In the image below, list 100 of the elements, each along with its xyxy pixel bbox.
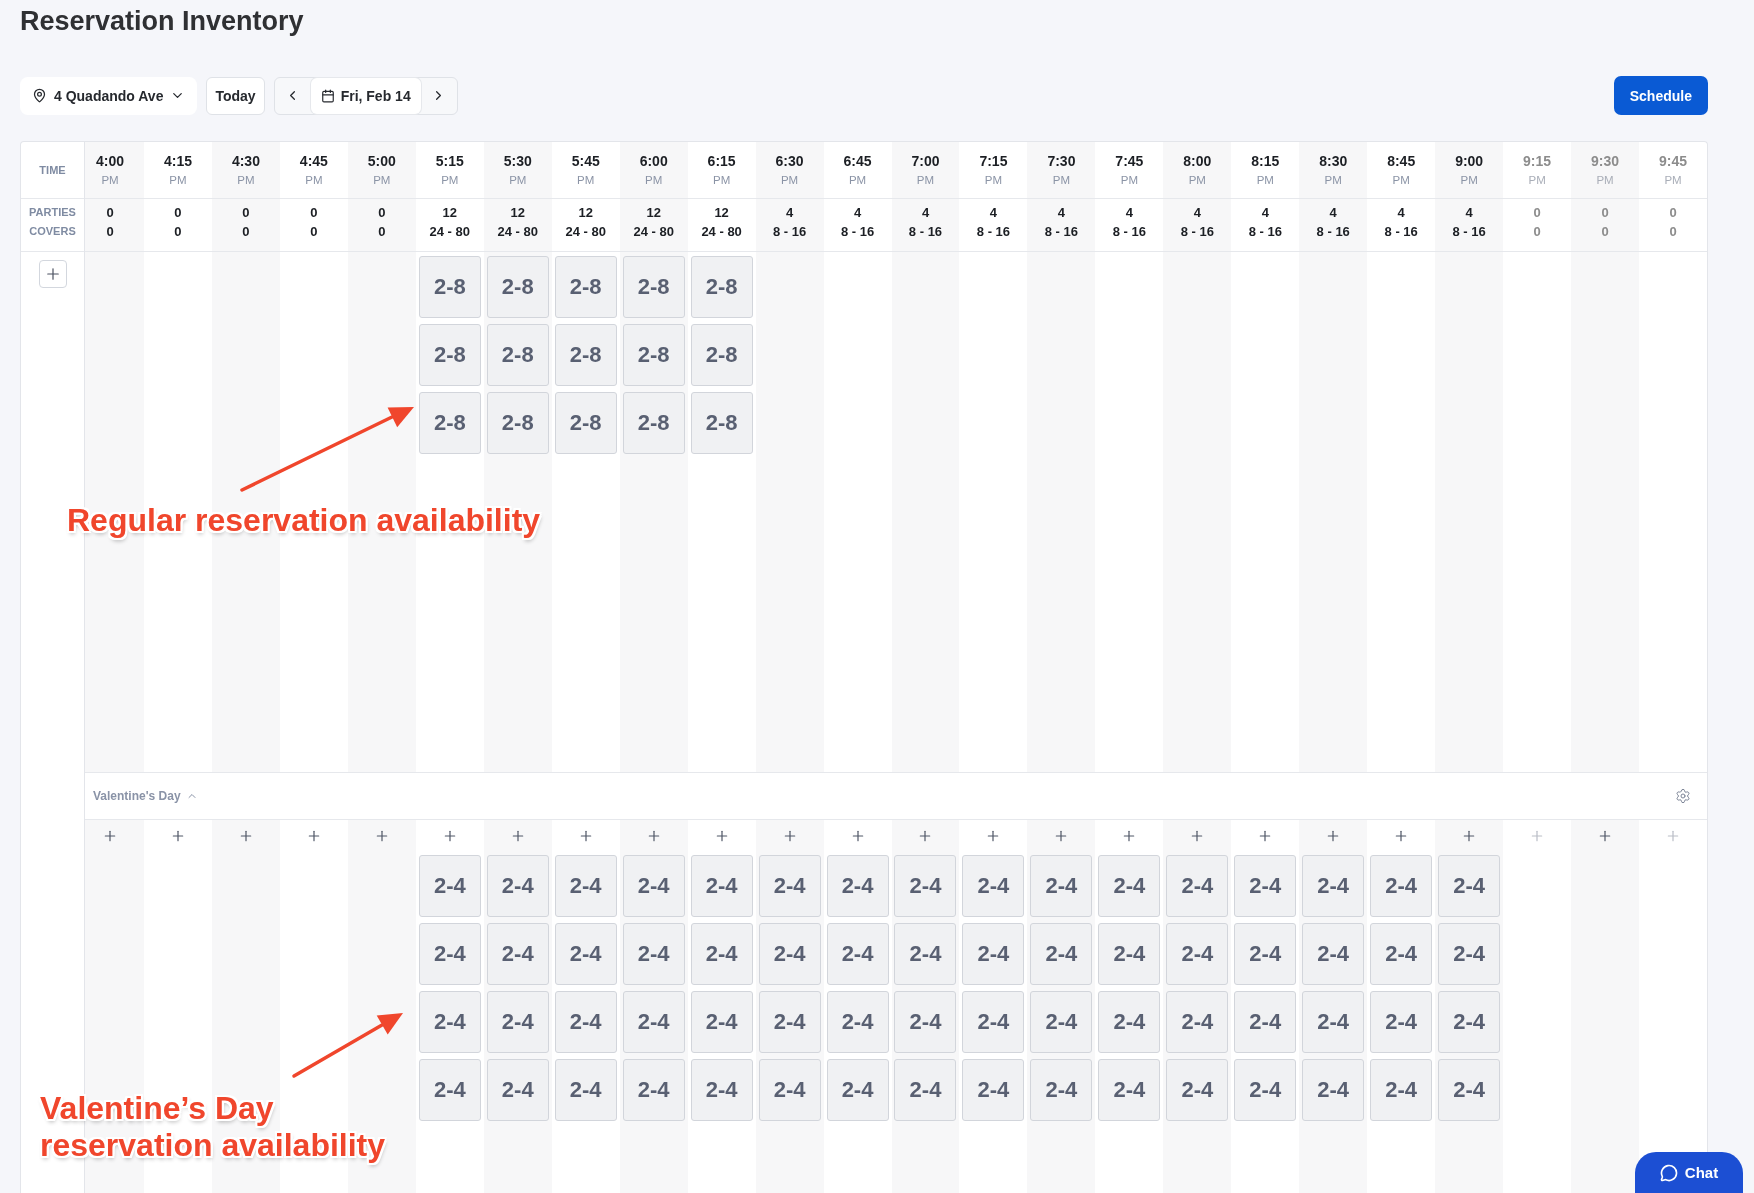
availability-slot[interactable]: 2-4 — [690, 855, 753, 917]
availability-slot[interactable]: 2-4 — [1166, 855, 1229, 917]
availability-slot[interactable]: 2-4 — [554, 1059, 617, 1121]
availability-slot[interactable]: 2-4 — [1302, 1059, 1365, 1121]
time-label: 5:30 — [503, 152, 532, 170]
period-label: PM — [984, 173, 1003, 187]
availability-slot[interactable]: 2-4 — [622, 923, 685, 985]
availability-slot[interactable]: 2-4 — [554, 855, 617, 917]
covers-count: 0 — [174, 223, 182, 241]
today-button[interactable]: Today — [206, 76, 265, 115]
availability-slot[interactable]: 2-8 — [622, 324, 685, 386]
availability-slot[interactable]: 2-4 — [1098, 1059, 1161, 1121]
availability-slot[interactable]: 2-8 — [486, 392, 549, 454]
availability-slot[interactable]: 2-4 — [690, 991, 753, 1053]
availability-slot[interactable]: 2-8 — [486, 256, 549, 318]
availability-slot[interactable]: 2-4 — [486, 855, 549, 917]
availability-slot[interactable]: 2-4 — [894, 1059, 957, 1121]
availability-slot[interactable]: 2-4 — [962, 855, 1025, 917]
availability-slot[interactable]: 2-4 — [418, 991, 481, 1053]
availability-slot[interactable]: 2-4 — [1438, 923, 1501, 985]
availability-slot[interactable]: 2-4 — [1438, 991, 1501, 1053]
availability-slot[interactable]: 2-4 — [1370, 923, 1433, 985]
location-dropdown[interactable]: 4 Quadando Ave — [20, 76, 198, 115]
availability-slot[interactable]: 2-4 — [690, 923, 753, 985]
availability-slot[interactable]: 2-4 — [622, 991, 685, 1053]
availability-slot[interactable]: 2-8 — [486, 324, 549, 386]
availability-slot[interactable]: 2-4 — [1370, 1059, 1433, 1121]
availability-slot[interactable]: 2-4 — [1302, 991, 1365, 1053]
availability-slot[interactable]: 2-4 — [418, 923, 481, 985]
parties-count: 12 — [510, 204, 525, 222]
availability-slot[interactable]: 2-4 — [1234, 1059, 1297, 1121]
schedule-button[interactable]: Schedule — [1613, 76, 1708, 115]
chat-button[interactable]: Chat — [1635, 1152, 1743, 1193]
availability-slot[interactable]: 2-8 — [418, 392, 481, 454]
availability-slot[interactable]: 2-4 — [962, 991, 1025, 1053]
availability-slot[interactable]: 2-4 — [1302, 855, 1365, 917]
add-button[interactable] — [38, 260, 67, 288]
availability-slot[interactable]: 2-8 — [554, 392, 617, 454]
date-picker-button[interactable]: Fri, Feb 14 — [310, 77, 421, 114]
time-label: 4:30 — [231, 152, 260, 170]
availability-slot[interactable]: 2-4 — [826, 1059, 889, 1121]
availability-slot[interactable]: 2-4 — [962, 923, 1025, 985]
availability-slot[interactable]: 2-4 — [1438, 855, 1501, 917]
availability-slot[interactable]: 2-4 — [1030, 1059, 1093, 1121]
availability-slot[interactable]: 2-4 — [1166, 923, 1229, 985]
availability-slot[interactable]: 2-4 — [554, 991, 617, 1053]
availability-slot[interactable]: 2-8 — [418, 324, 481, 386]
availability-slot[interactable]: 2-4 — [1166, 991, 1229, 1053]
parties-count: 0 — [242, 204, 250, 222]
availability-slot[interactable]: 2-4 — [1166, 1059, 1229, 1121]
availability-slot[interactable]: 2-8 — [554, 324, 617, 386]
availability-slot[interactable]: 2-4 — [690, 1059, 753, 1121]
availability-slot[interactable]: 2-4 — [1234, 923, 1297, 985]
availability-slot[interactable]: 2-4 — [1030, 855, 1093, 917]
availability-slot[interactable]: 2-4 — [418, 855, 481, 917]
availability-slot[interactable]: 2-4 — [1370, 991, 1433, 1053]
availability-slot[interactable]: 2-4 — [486, 991, 549, 1053]
availability-slot[interactable]: 2-8 — [418, 256, 481, 318]
covers-count: 8 - 16 — [1044, 223, 1079, 241]
availability-slot[interactable]: 2-8 — [690, 392, 753, 454]
availability-slot[interactable]: 2-4 — [554, 923, 617, 985]
availability-slot[interactable]: 2-4 — [962, 1059, 1025, 1121]
time-label: 9:30 — [1591, 152, 1620, 170]
availability-slot[interactable]: 2-4 — [418, 1059, 481, 1121]
availability-slot[interactable]: 2-4 — [758, 855, 821, 917]
availability-slot[interactable]: 2-8 — [690, 324, 753, 386]
availability-slot[interactable]: 2-4 — [894, 855, 957, 917]
availability-slot[interactable]: 2-4 — [622, 1059, 685, 1121]
availability-slot[interactable]: 2-8 — [622, 256, 685, 318]
availability-slot[interactable]: 2-4 — [894, 923, 957, 985]
covers-count: 8 - 16 — [1180, 223, 1214, 241]
availability-slot[interactable]: 2-4 — [758, 991, 821, 1053]
availability-slot[interactable]: 2-8 — [554, 256, 617, 318]
availability-slot[interactable]: 2-4 — [826, 991, 889, 1053]
availability-slot[interactable]: 2-4 — [1234, 855, 1297, 917]
time-label: 6:15 — [707, 152, 736, 170]
availability-slot[interactable]: 2-8 — [622, 392, 685, 454]
section-title[interactable]: Valentine's Day — [93, 789, 181, 803]
availability-slot[interactable]: 2-4 — [486, 923, 549, 985]
availability-slot[interactable]: 2-4 — [1030, 923, 1093, 985]
availability-slot[interactable]: 2-4 — [826, 923, 889, 985]
availability-slot[interactable]: 2-4 — [1370, 855, 1433, 917]
map-pin-icon — [32, 88, 47, 103]
availability-slot[interactable]: 2-4 — [1302, 923, 1365, 985]
availability-slot[interactable]: 2-4 — [1098, 991, 1161, 1053]
availability-slot[interactable]: 2-4 — [1030, 991, 1093, 1053]
settings-icon[interactable] — [1675, 788, 1691, 804]
availability-slot[interactable]: 2-4 — [1098, 855, 1161, 917]
availability-slot[interactable]: 2-4 — [826, 855, 889, 917]
covers-count: 0 — [378, 223, 386, 241]
availability-slot[interactable]: 2-8 — [690, 256, 753, 318]
availability-slot[interactable]: 2-4 — [894, 991, 957, 1053]
availability-slot[interactable]: 2-4 — [758, 923, 821, 985]
period-label: PM — [169, 173, 187, 187]
availability-slot[interactable]: 2-4 — [1234, 991, 1297, 1053]
availability-slot[interactable]: 2-4 — [486, 1059, 549, 1121]
availability-slot[interactable]: 2-4 — [1098, 923, 1161, 985]
availability-slot[interactable]: 2-4 — [1438, 1059, 1501, 1121]
availability-slot[interactable]: 2-4 — [758, 1059, 821, 1121]
availability-slot[interactable]: 2-4 — [622, 855, 685, 917]
